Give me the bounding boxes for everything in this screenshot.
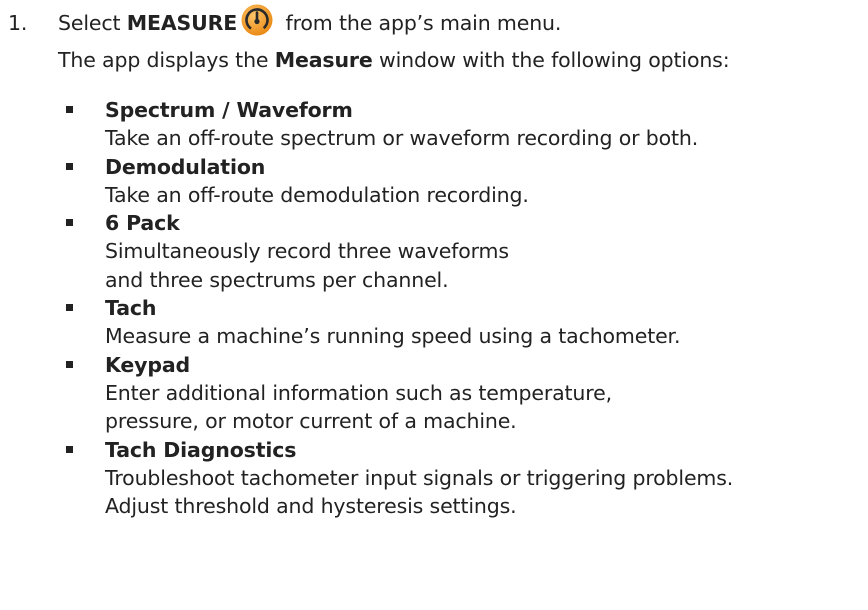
- intro-text-pre: The app displays the: [58, 48, 275, 72]
- option-description: Simultaneously record three waveforms: [105, 239, 509, 263]
- bullet-icon: [66, 360, 73, 368]
- measure-label: MEASURE: [126, 11, 238, 35]
- option-description: Take an off-route demodulation recording…: [105, 182, 529, 207]
- option-title: 6 Pack: [105, 211, 180, 235]
- intro-text-post: window with the following options:: [372, 48, 730, 72]
- list-item: Tach Diagnostics Troubleshoot tachometer…: [0, 436, 868, 521]
- option-title: Tach Diagnostics: [105, 437, 297, 462]
- list-item: Keypad Enter additional information such…: [0, 351, 868, 436]
- list-item: Demodulation Take an off-route demodulat…: [0, 153, 868, 210]
- option-description: Measure a machine’s running speed using …: [105, 324, 681, 348]
- list-item: Tach Measure a machine’s running speed u…: [0, 294, 868, 351]
- window-name: Measure: [274, 48, 373, 72]
- bullet-icon: [66, 445, 73, 453]
- bullet-icon: [66, 162, 73, 170]
- bullet-icon: [66, 219, 73, 226]
- bullet-icon: [66, 106, 73, 113]
- step-number: 1.: [8, 11, 28, 35]
- gauge-icon: [241, 4, 273, 36]
- options-list: Spectrum / Waveform Take an off-route sp…: [0, 96, 868, 521]
- option-title: Demodulation: [105, 154, 266, 179]
- option-title: Tach: [105, 296, 157, 320]
- step-text-pre: Select: [58, 11, 127, 35]
- step-text-post: from the app’s main menu.: [279, 11, 562, 35]
- step-1: 1. Select MEASURE from the app’s main me…: [8, 4, 562, 40]
- intro-text: The app displays the Measure window with…: [58, 48, 730, 72]
- option-description: Adjust threshold and hysteresis settings…: [105, 494, 517, 518]
- option-description: pressure, or motor current of a machine.: [105, 409, 517, 433]
- list-item: Spectrum / Waveform Take an off-route sp…: [0, 96, 868, 153]
- option-description: Enter additional information such as tem…: [105, 380, 612, 405]
- instruction-document: 1. Select MEASURE from the app’s main me…: [0, 0, 868, 610]
- option-title: Spectrum / Waveform: [105, 98, 353, 122]
- list-item: 6 Pack Simultaneously record three wavef…: [0, 209, 868, 294]
- option-description: and three spectrums per channel.: [105, 267, 449, 292]
- option-title: Keypad: [105, 352, 191, 377]
- bullet-icon: [66, 304, 73, 311]
- option-description: Take an off-route spectrum or waveform r…: [105, 126, 699, 150]
- option-description: Troubleshoot tachometer input signals or…: [105, 465, 734, 490]
